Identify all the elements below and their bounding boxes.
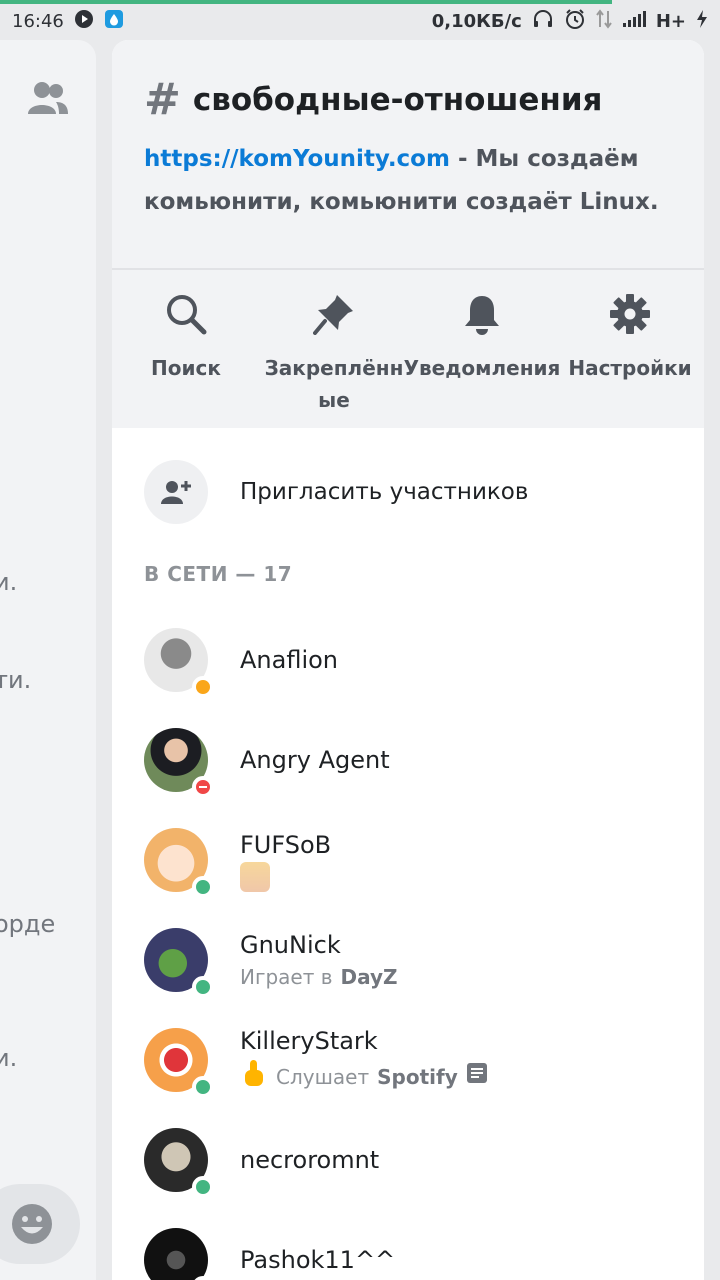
avatar xyxy=(144,928,214,998)
member-list: Anaflion Angry Agent FUFSoB GnuNick Игра… xyxy=(112,586,704,1280)
peek-text-2: ти. xyxy=(0,666,32,694)
search-label: Поиск xyxy=(151,356,221,380)
app-notification-icon xyxy=(104,9,124,34)
activity-game: DayZ xyxy=(340,965,398,989)
peek-text-3: орде xyxy=(0,910,56,938)
alarm-icon xyxy=(564,8,586,35)
members-icon[interactable] xyxy=(26,80,70,120)
signal-icon xyxy=(622,10,646,33)
channel-actions: Поиск Закреплённые Уведомления Настройки xyxy=(112,270,704,428)
activity-prefix: Слушает xyxy=(276,1065,370,1089)
member-activity: Слушает Spotify xyxy=(240,1058,488,1096)
status-idle-icon xyxy=(192,676,214,698)
peek-text-4: и. xyxy=(0,1044,18,1072)
member-name: FUFSoB xyxy=(240,831,332,859)
member-item[interactable]: KilleryStark Слушает Spotify xyxy=(144,1010,704,1110)
network-type: H+ xyxy=(655,10,686,32)
emoji-button[interactable] xyxy=(0,1184,80,1264)
member-item[interactable]: Pashok11^^ xyxy=(144,1210,704,1280)
member-name: Pashok11^^ xyxy=(240,1246,396,1274)
rich-presence-icon[interactable] xyxy=(466,1062,488,1092)
avatar xyxy=(144,728,214,798)
channel-header: # свободные-отношения https://komYounity… xyxy=(112,40,704,270)
status-online-icon xyxy=(192,1276,214,1280)
member-name: GnuNick xyxy=(240,931,341,959)
headphones-icon xyxy=(532,9,554,34)
chat-panel-background: и. ти. орде и. xyxy=(0,40,96,1280)
channel-topic: https://komYounity.com - Мы создаём комь… xyxy=(144,138,672,224)
avatar xyxy=(144,1028,214,1098)
member-activity: Играет в DayZ xyxy=(240,962,398,992)
invite-label: Пригласить участников xyxy=(240,479,529,505)
avatar xyxy=(144,628,214,698)
member-name: necroromnt xyxy=(240,1146,380,1174)
invite-members-row[interactable]: Пригласить участников xyxy=(112,428,704,524)
status-online-icon xyxy=(192,876,214,898)
member-item[interactable]: Anaflion xyxy=(144,610,704,710)
status-online-icon xyxy=(192,976,214,998)
network-speed: 0,10КБ/с xyxy=(431,10,522,32)
member-name: KilleryStark xyxy=(240,1027,378,1055)
charging-icon xyxy=(696,9,708,34)
bell-icon xyxy=(462,290,502,338)
pin-icon xyxy=(313,290,355,338)
member-item[interactable]: Angry Agent xyxy=(144,710,704,810)
custom-status-emoji xyxy=(240,862,270,892)
pinned-label: Закреплённые xyxy=(264,356,404,412)
avatar xyxy=(144,1228,214,1280)
online-section-header: В СЕТИ — 17 xyxy=(144,562,293,586)
search-button[interactable]: Поиск xyxy=(112,290,260,428)
play-icon xyxy=(74,9,94,34)
channel-name: свободные-отношения xyxy=(192,82,603,118)
activity-prefix: Играет в xyxy=(240,965,333,989)
notifications-label: Уведомления xyxy=(403,356,561,380)
status-time: 16:46 xyxy=(12,10,64,32)
member-item[interactable]: GnuNick Играет в DayZ xyxy=(144,910,704,1010)
channel-hash-icon: # xyxy=(144,74,181,125)
member-name: Angry Agent xyxy=(240,746,390,774)
data-transfer-icon xyxy=(596,8,612,34)
avatar xyxy=(144,828,214,898)
add-user-icon xyxy=(144,460,208,524)
peek-text-1: и. xyxy=(0,568,18,596)
member-name: Anaflion xyxy=(240,646,339,674)
channel-info-drawer: # свободные-отношения https://komYounity… xyxy=(112,40,704,1280)
status-online-icon xyxy=(192,1076,214,1098)
status-dnd-icon xyxy=(192,776,214,798)
hand-emoji-icon xyxy=(240,1058,268,1096)
settings-label: Настройки xyxy=(568,356,692,380)
member-item[interactable]: necroromnt xyxy=(144,1110,704,1210)
gear-icon xyxy=(609,290,651,338)
activity-app: Spotify xyxy=(377,1065,458,1089)
pinned-button[interactable]: Закреплённые xyxy=(260,290,408,428)
status-online-icon xyxy=(192,1176,214,1198)
status-bar: 16:46 0,10КБ/с H+ xyxy=(0,4,720,38)
search-icon xyxy=(165,290,207,338)
smile-icon xyxy=(10,1202,54,1250)
member-item[interactable]: FUFSoB xyxy=(144,810,704,910)
notifications-button[interactable]: Уведомления xyxy=(404,290,560,428)
avatar xyxy=(144,1128,214,1198)
settings-button[interactable]: Настройки xyxy=(556,290,704,428)
topic-link[interactable]: https://komYounity.com xyxy=(144,146,450,172)
